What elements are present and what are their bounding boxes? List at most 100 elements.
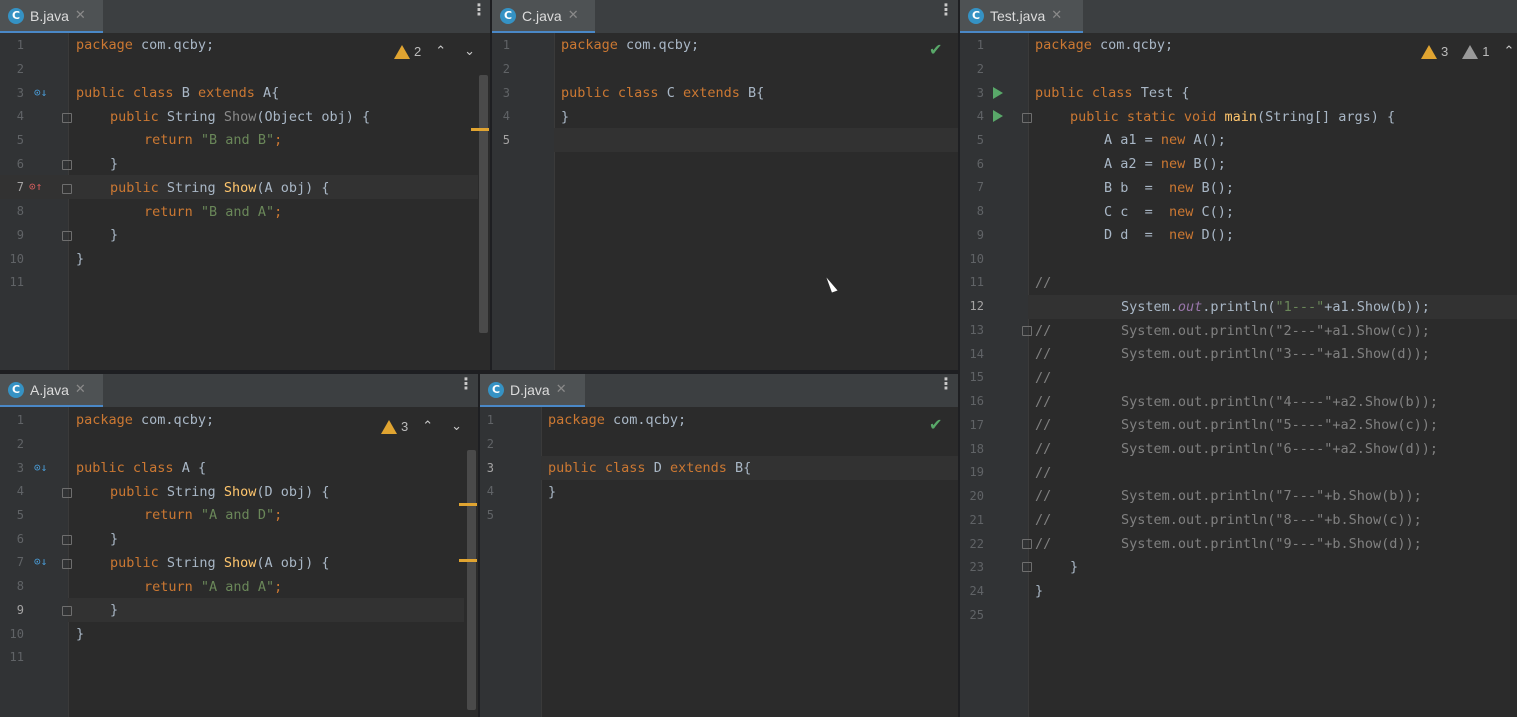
code-line: B b = new B(); [1104, 180, 1235, 196]
line-number: 2 [976, 62, 984, 76]
line-number: 11 [9, 275, 24, 289]
tab-bar: C D.java ✕ ⋮ [480, 374, 958, 408]
implemented-method-icon[interactable]: ⊙↓ [34, 555, 47, 568]
code-editor[interactable] [541, 407, 958, 717]
class-icon: C [8, 7, 24, 24]
editor-pane-a: C A.java ✕ ⋮ 1 2 3 4 5 6 7 8 9 10 11 ⊙↓ … [0, 374, 478, 717]
line-number: 3 [976, 86, 984, 100]
warning-icon [394, 44, 410, 59]
inspection-widget[interactable]: 3 ⌃ ⌄ [381, 419, 462, 434]
code-line: C c = new C(); [1104, 204, 1235, 220]
fold-icon[interactable] [62, 184, 72, 194]
fold-icon[interactable] [62, 488, 72, 498]
code-line: public String Show(A obj) { [110, 180, 330, 196]
no-problems-check-icon[interactable]: ✔ [929, 40, 942, 59]
code-line: public class B extends A{ [76, 85, 280, 101]
code-line: System.out.println("7---"+b.Show(b)); [1121, 488, 1422, 504]
tab-a-java[interactable]: C A.java ✕ [0, 374, 103, 407]
gutter [480, 407, 542, 717]
close-icon[interactable]: ✕ [75, 8, 86, 23]
close-icon[interactable]: ✕ [568, 8, 579, 23]
line-number: 17 [969, 418, 984, 432]
next-highlight-icon[interactable]: ⌄ [464, 44, 475, 59]
fold-icon[interactable] [1022, 113, 1032, 123]
line-number: 12 [969, 299, 984, 313]
code-line: public class Test { [1035, 85, 1190, 101]
fold-icon[interactable] [1022, 539, 1032, 549]
vertical-scrollbar[interactable] [467, 450, 476, 710]
line-number: 7 [16, 180, 24, 194]
no-problems-check-icon[interactable]: ✔ [929, 415, 942, 434]
code-editor[interactable] [68, 33, 490, 370]
warning-icon [1421, 44, 1437, 59]
next-highlight-icon[interactable]: ⌄ [451, 419, 462, 434]
fold-icon[interactable] [62, 160, 72, 170]
line-number: 10 [9, 627, 24, 641]
code-editor[interactable] [1028, 33, 1517, 717]
line-number: 3 [16, 86, 24, 100]
code-line: System.out.println("2---"+a1.Show(c)); [1121, 323, 1430, 339]
line-number: 9 [16, 228, 24, 242]
line-number: 1 [502, 38, 510, 52]
code-line: public String Show(A obj) { [110, 555, 330, 571]
code-line: // [1035, 323, 1052, 339]
line-number: 1 [16, 413, 24, 427]
line-number: 11 [969, 275, 984, 289]
code-line: } [76, 626, 85, 642]
warning-stripe[interactable] [471, 128, 489, 131]
code-line: } [110, 531, 119, 547]
implemented-method-icon[interactable]: ⊙↓ [34, 86, 47, 99]
code-line: A a1 = new A(); [1104, 132, 1226, 148]
more-options-icon[interactable]: ⋮ [938, 376, 954, 399]
code-line: package com.qcby; [561, 37, 700, 53]
line-number: 9 [976, 228, 984, 242]
line-number: 8 [16, 579, 24, 593]
warning-stripe[interactable] [459, 559, 477, 562]
tab-b-java[interactable]: C B.java ✕ [0, 0, 103, 33]
tab-test-java[interactable]: C Test.java ✕ [960, 0, 1083, 33]
warning-stripe[interactable] [459, 503, 477, 506]
code-line: System.out.println("3---"+a1.Show(d)); [1121, 346, 1430, 362]
run-main-icon[interactable] [993, 110, 1003, 122]
run-class-icon[interactable] [993, 87, 1003, 99]
code-line: } [110, 602, 119, 618]
previous-highlight-icon[interactable]: ⌃ [435, 44, 446, 59]
tab-bar: C C.java ✕ ⋮ [492, 0, 958, 34]
inspection-widget[interactable]: 3 1 ⌃ [1421, 44, 1514, 59]
fold-icon[interactable] [62, 535, 72, 545]
line-number: 6 [16, 532, 24, 546]
tab-d-java[interactable]: C D.java ✕ [480, 374, 585, 407]
code-editor[interactable] [554, 33, 958, 370]
previous-highlight-icon[interactable]: ⌃ [422, 419, 433, 434]
tab-label: Test.java [990, 7, 1046, 24]
fold-icon[interactable] [62, 559, 72, 569]
close-icon[interactable]: ✕ [556, 382, 567, 397]
fold-icon[interactable] [62, 606, 72, 616]
line-number: 9 [16, 603, 24, 617]
close-icon[interactable]: ✕ [75, 382, 86, 397]
more-options-icon[interactable]: ⋮ [471, 2, 487, 25]
fold-icon[interactable] [62, 231, 72, 241]
tab-c-java[interactable]: C C.java ✕ [492, 0, 595, 33]
code-line: public class A { [76, 460, 207, 476]
line-number: 5 [16, 133, 24, 147]
code-line: // [1035, 536, 1052, 552]
weak-warning-count: 1 [1482, 44, 1490, 59]
previous-highlight-icon[interactable]: ⌃ [1503, 44, 1514, 59]
more-options-icon[interactable]: ⋮ [938, 2, 954, 25]
inspection-widget[interactable]: 2 ⌃ ⌄ [394, 44, 475, 59]
overrides-method-icon[interactable]: ⊙↑ [29, 180, 42, 193]
vertical-scrollbar[interactable] [479, 75, 488, 333]
runnable-class-icon: C [968, 7, 984, 24]
line-number: 8 [16, 204, 24, 218]
close-icon[interactable]: ✕ [1051, 8, 1062, 23]
tab-label: B.java [30, 7, 69, 24]
line-number: 6 [976, 157, 984, 171]
tab-label: C.java [522, 7, 562, 24]
fold-icon[interactable] [1022, 562, 1032, 572]
more-options-icon[interactable]: ⋮ [458, 376, 474, 399]
fold-icon[interactable] [62, 113, 72, 123]
implemented-method-icon[interactable]: ⊙↓ [34, 461, 47, 474]
code-line: } [1070, 559, 1079, 575]
fold-icon[interactable] [1022, 326, 1032, 336]
